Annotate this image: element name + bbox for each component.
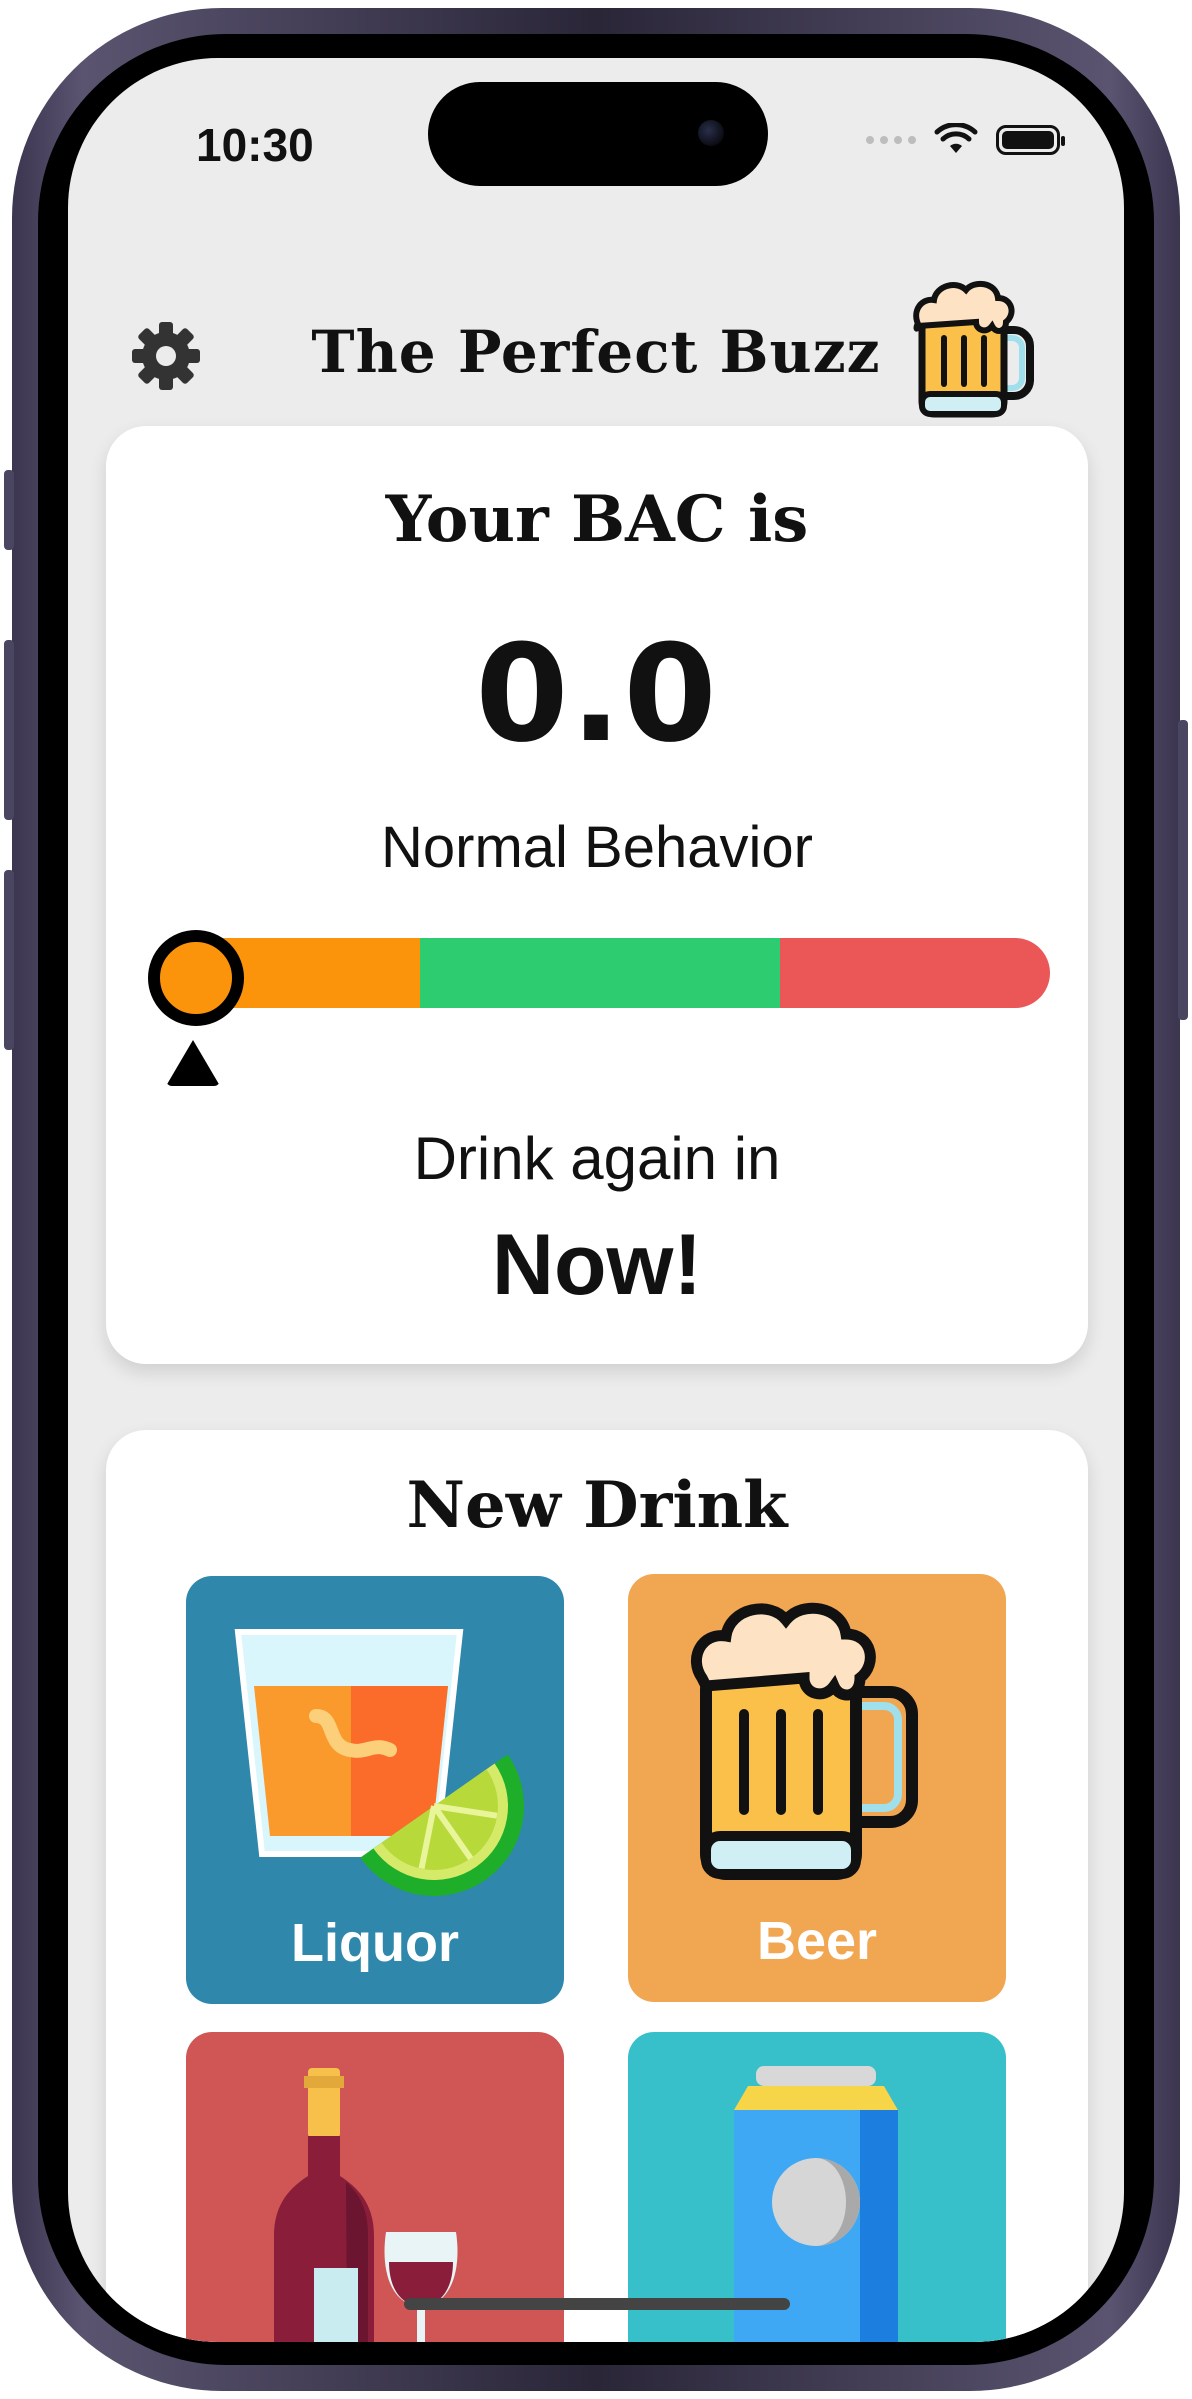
drink-again-label: Drink again in <box>413 1125 781 1192</box>
drink-again-value: Now! <box>491 1217 703 1313</box>
front-camera-icon <box>698 120 724 146</box>
bac-heading: Your BAC is <box>385 482 809 557</box>
soda-tile[interactable] <box>628 2032 1006 2342</box>
dynamic-island <box>428 82 768 186</box>
battery-icon <box>996 125 1065 155</box>
status-time: 10:30 <box>196 119 314 171</box>
bac-meter-pointer-icon <box>166 1040 220 1086</box>
liquor-tile-label: Liquor <box>291 1913 459 1973</box>
wine-tile[interactable] <box>186 2032 564 2342</box>
bac-value: 0.0 <box>475 616 719 772</box>
beer-tile[interactable]: Beer <box>628 1574 1006 2002</box>
wifi-icon <box>934 123 978 153</box>
bac-meter-segment <box>780 938 1050 1008</box>
bac-card: Your BAC is 0.0 Normal Behavior Drink ag… <box>106 426 1088 1364</box>
status-icons <box>866 120 1065 160</box>
volume-down-button <box>4 870 14 1050</box>
action-button <box>4 470 14 550</box>
soda-can-icon <box>734 2066 898 2342</box>
liquor-tile[interactable]: Liquor <box>186 1576 564 2004</box>
beer-tile-label: Beer <box>756 1911 878 1971</box>
bac-status: Normal Behavior <box>381 815 813 880</box>
bac-meter-knob <box>148 930 244 1026</box>
bac-meter <box>150 938 1050 1008</box>
app-screen: 10:30 The Perfect Buzz Your BAC is 0.0 N… <box>68 58 1124 2342</box>
volume-up-button <box>4 640 14 820</box>
app-header: The Perfect Buzz <box>68 268 1124 438</box>
new-drink-card: New Drink Liquor Beer <box>106 1430 1088 2342</box>
bac-meter-segment <box>420 938 780 1008</box>
cellular-signal-icon <box>866 136 916 144</box>
beer-mug-icon <box>913 280 1034 418</box>
new-drink-heading: New Drink <box>406 1468 788 1543</box>
power-button <box>1178 720 1188 1020</box>
wine-bottle-icon <box>274 2068 458 2342</box>
home-indicator[interactable] <box>404 2298 790 2310</box>
